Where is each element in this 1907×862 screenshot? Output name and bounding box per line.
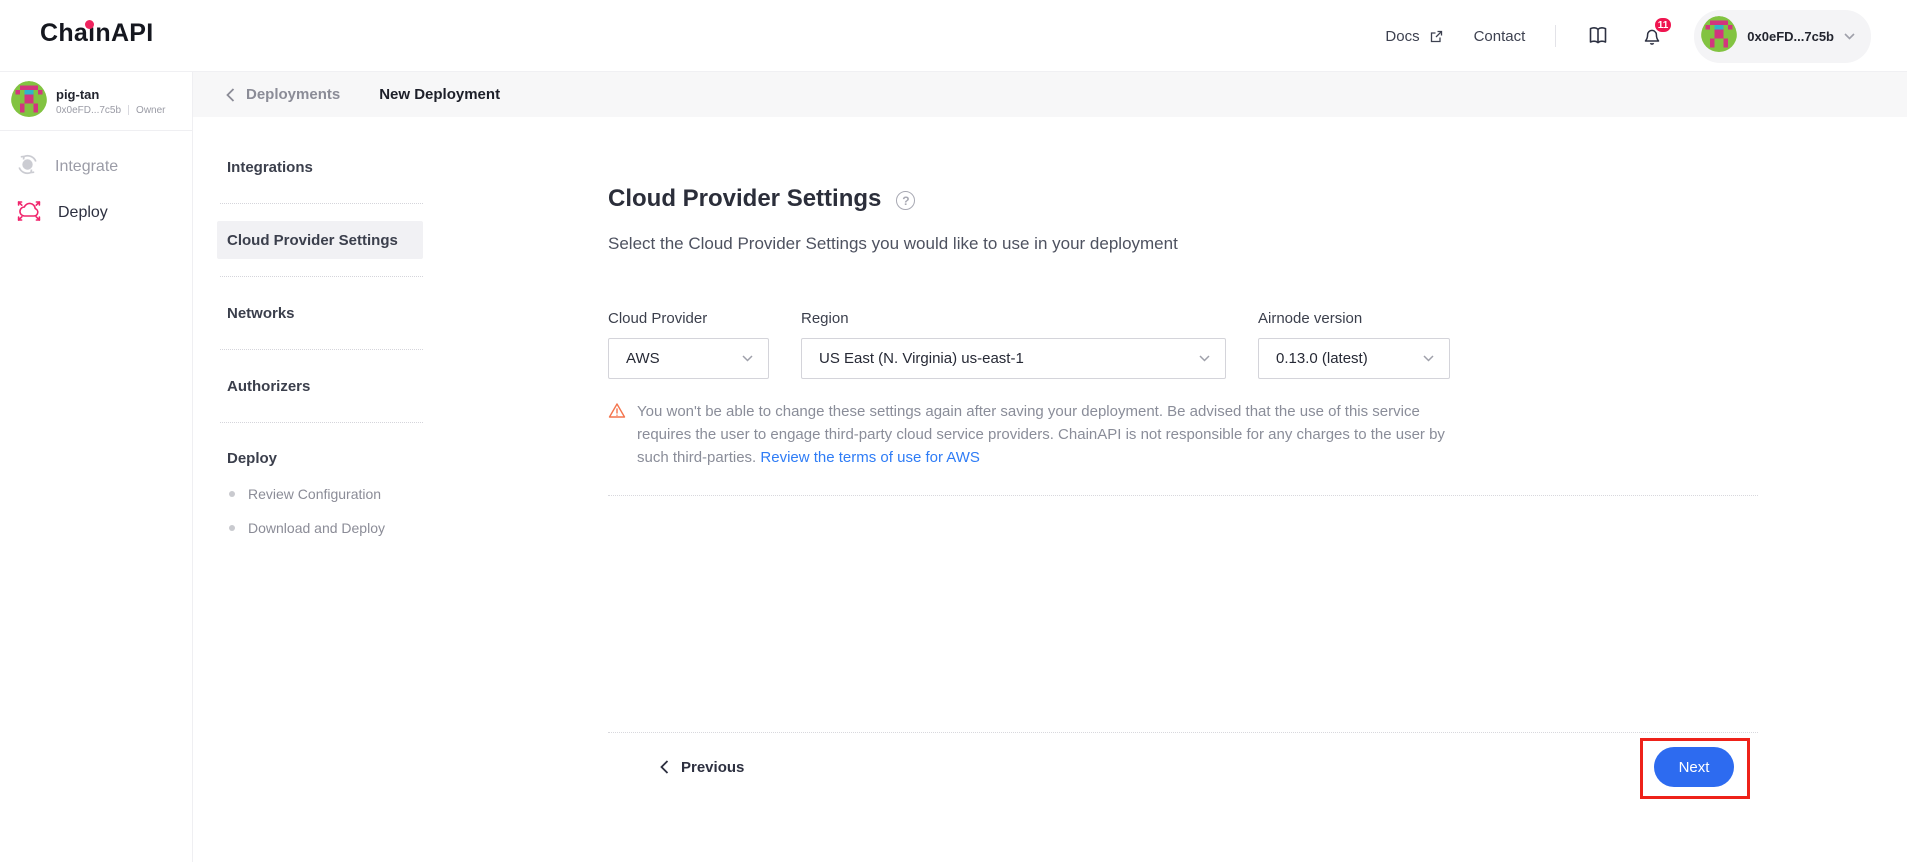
page-breadcrumb-title: New Deployment xyxy=(379,86,500,103)
chevron-left-icon xyxy=(660,760,669,774)
chevron-down-icon xyxy=(1423,355,1434,362)
cloud-provider-select[interactable]: AWS xyxy=(608,338,769,379)
contact-link[interactable]: Contact xyxy=(1474,28,1526,45)
header-actions: Docs Contact xyxy=(1385,0,1871,72)
cloud-provider-field: Cloud Provider AWS xyxy=(608,310,769,379)
contact-label: Contact xyxy=(1474,28,1526,45)
main-sidebar: pig-tan 0x0eFD...7c5b Owner Integrate xyxy=(0,72,193,862)
airnode-version-field: Airnode version 0.13.0 (latest) xyxy=(1258,310,1450,379)
chevron-left-icon xyxy=(226,88,235,102)
team-name: pig-tan xyxy=(56,87,166,103)
content-divider xyxy=(608,495,1758,496)
footer-divider xyxy=(608,732,1758,733)
team-avatar xyxy=(11,81,47,122)
brand-logo-dot xyxy=(85,20,94,29)
notification-badge: 11 xyxy=(1653,16,1674,34)
warning-triangle-icon xyxy=(608,402,626,469)
warning-text: You won't be able to change these settin… xyxy=(637,400,1462,469)
team-address: 0x0eFD...7c5b xyxy=(56,105,121,116)
page-title: Cloud Provider Settings xyxy=(608,185,881,213)
docs-label: Docs xyxy=(1385,28,1419,45)
team-switcher[interactable]: pig-tan 0x0eFD...7c5b Owner xyxy=(0,72,192,131)
airnode-version-label: Airnode version xyxy=(1258,310,1450,327)
team-meta-separator xyxy=(128,105,129,115)
sidebar-item-integrate-label: Integrate xyxy=(55,158,118,176)
step-integrations[interactable]: Integrations xyxy=(193,131,448,203)
step-review-configuration[interactable]: Review Configuration xyxy=(193,477,448,511)
page: ChainAPI Docs Contact xyxy=(0,0,1907,862)
step-download-and-deploy[interactable]: Download and Deploy xyxy=(193,511,448,545)
cloud-settings-form: Cloud Provider AWS Region US East (N. Vi… xyxy=(608,310,1450,379)
step-cloud-provider-settings[interactable]: Cloud Provider Settings xyxy=(193,204,448,276)
breadcrumb-back-label: Deployments xyxy=(246,86,340,103)
page-subtitle: Select the Cloud Provider Settings you w… xyxy=(608,234,1178,254)
bullet-dot xyxy=(229,525,235,531)
external-link-icon xyxy=(1429,29,1444,44)
chevron-down-icon xyxy=(1199,355,1210,362)
breadcrumb-bar: Deployments New Deployment xyxy=(193,72,1907,117)
notifications-button[interactable]: 11 xyxy=(1640,24,1664,48)
airnode-version-select[interactable]: 0.13.0 (latest) xyxy=(1258,338,1450,379)
account-avatar xyxy=(1701,16,1737,57)
account-address: 0x0eFD...7c5b xyxy=(1747,29,1834,44)
deploy-cloud-icon xyxy=(14,197,44,229)
region-select[interactable]: US East (N. Virginia) us-east-1 xyxy=(801,338,1226,379)
step-authorizers[interactable]: Authorizers xyxy=(193,350,448,422)
back-to-deployments[interactable]: Deployments xyxy=(226,86,340,103)
bullet-dot xyxy=(229,491,235,497)
step-networks[interactable]: Networks xyxy=(193,277,448,349)
help-icon[interactable]: ? xyxy=(896,191,915,210)
top-header: ChainAPI Docs Contact xyxy=(0,0,1907,72)
chevron-down-icon xyxy=(1844,33,1855,40)
aws-terms-link[interactable]: Review the terms of use for AWS xyxy=(760,449,980,466)
sidebar-item-integrate[interactable]: Integrate xyxy=(0,144,192,190)
main-content: Cloud Provider Settings ? Select the Clo… xyxy=(608,117,1758,862)
step-deploy-heading: Deploy xyxy=(193,423,448,477)
settings-warning: You won't be able to change these settin… xyxy=(608,400,1488,469)
deployment-stepper: Integrations Cloud Provider Settings Net… xyxy=(193,117,448,545)
integrate-icon xyxy=(14,151,41,183)
wizard-footer: Previous Next xyxy=(608,747,1758,787)
chevron-down-icon xyxy=(742,355,753,362)
region-field: Region US East (N. Virginia) us-east-1 xyxy=(801,310,1226,379)
sidebar-item-deploy[interactable]: Deploy xyxy=(0,190,192,236)
team-role: Owner xyxy=(136,105,165,116)
region-label: Region xyxy=(801,310,1226,327)
cloud-provider-label: Cloud Provider xyxy=(608,310,769,327)
header-separator xyxy=(1555,25,1556,47)
previous-button[interactable]: Previous xyxy=(660,759,744,776)
next-button[interactable]: Next xyxy=(1654,747,1734,787)
brand-logo[interactable]: ChainAPI xyxy=(40,19,154,48)
docs-book-icon[interactable] xyxy=(1586,25,1610,47)
sidebar-item-deploy-label: Deploy xyxy=(58,204,108,222)
account-menu[interactable]: 0x0eFD...7c5b xyxy=(1694,10,1871,63)
docs-link[interactable]: Docs xyxy=(1385,28,1443,45)
